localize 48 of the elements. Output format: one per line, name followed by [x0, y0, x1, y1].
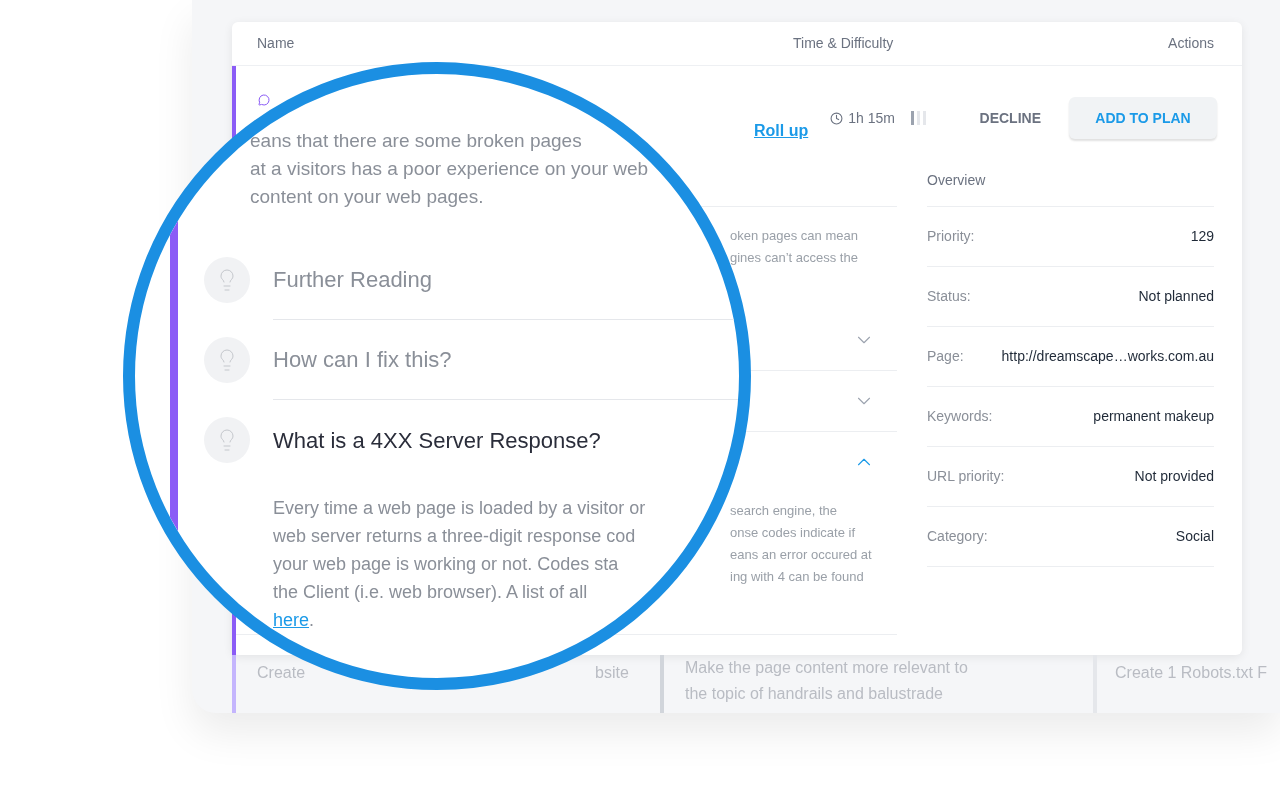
overview-label: Status: — [927, 287, 971, 306]
description-text: Every time a web page is loaded by a visitor or — [273, 497, 646, 520]
description-text: search engine, the — [730, 502, 838, 520]
time-estimate: 1h 15m — [848, 109, 895, 128]
task-name: bsite — [595, 663, 629, 683]
overview-label: Priority: — [927, 227, 975, 246]
lightbulb-icon — [204, 257, 250, 303]
roll-up-link[interactable]: Roll up — [754, 119, 809, 143]
task-name: the topic of handrails and balustrade — [685, 684, 944, 704]
description-text: eans that there are some broken pages — [250, 129, 582, 153]
overview-value: Not provided — [1134, 467, 1214, 486]
description-text: web server returns a three-digit response cod — [273, 525, 636, 548]
accordion-title[interactable]: How can I fix this? — [273, 343, 452, 376]
clock-icon — [830, 112, 844, 125]
overview-heading: Overview — [927, 170, 986, 190]
description-text: onse codes indicate if — [730, 524, 857, 542]
speech-bubble-icon — [258, 94, 270, 106]
lightbulb-icon — [204, 337, 250, 383]
description-text: your web page is working or not. Codes sta — [273, 553, 619, 576]
task-name: Create — [257, 663, 306, 683]
overview-label: Category: — [927, 527, 988, 546]
overview-label: Page: — [927, 347, 964, 366]
overview-value: Social — [1175, 527, 1214, 546]
overview-value: http://dreamscape…works.com.au — [1001, 347, 1214, 366]
description-text: the Client (i.e. web browser). A list of all — [273, 581, 588, 604]
description-text: gines can’t access the — [730, 249, 859, 267]
description-text: oken pages can mean — [730, 227, 859, 245]
description-text: at a visitors has a poor experience on your web — [250, 157, 649, 181]
task-name: Make the page content more relevant to — [685, 658, 969, 678]
description-text: . — [309, 609, 315, 632]
lightbulb-icon — [204, 417, 250, 463]
overview-value: 129 — [1190, 227, 1214, 246]
column-header: Actions — [1168, 34, 1214, 53]
accordion-title[interactable]: Further Reading — [273, 263, 432, 296]
column-header: Time & Difficulty — [793, 34, 894, 53]
description-text: ing with 4 can be found — [730, 568, 865, 586]
overview-value: Not planned — [1138, 287, 1214, 306]
decline-button[interactable]: DECLINE — [979, 108, 1041, 129]
column-header: Name — [257, 34, 296, 53]
overview-label: Keywords: — [927, 407, 993, 426]
task-name: Create 1 Robots.txt F — [1115, 664, 1268, 681]
here-link[interactable]: here — [273, 606, 310, 634]
description-text: content on your web pages. — [250, 185, 484, 209]
overview-label: URL priority: — [927, 467, 1005, 486]
add-to-plan-button[interactable]: ADD TO PLAN — [1069, 97, 1217, 139]
accordion-title[interactable]: What is a 4XX Server Response? — [273, 423, 601, 457]
overview-value: permanent makeup — [1093, 407, 1214, 426]
description-text: eans an error occured at — [730, 546, 873, 564]
